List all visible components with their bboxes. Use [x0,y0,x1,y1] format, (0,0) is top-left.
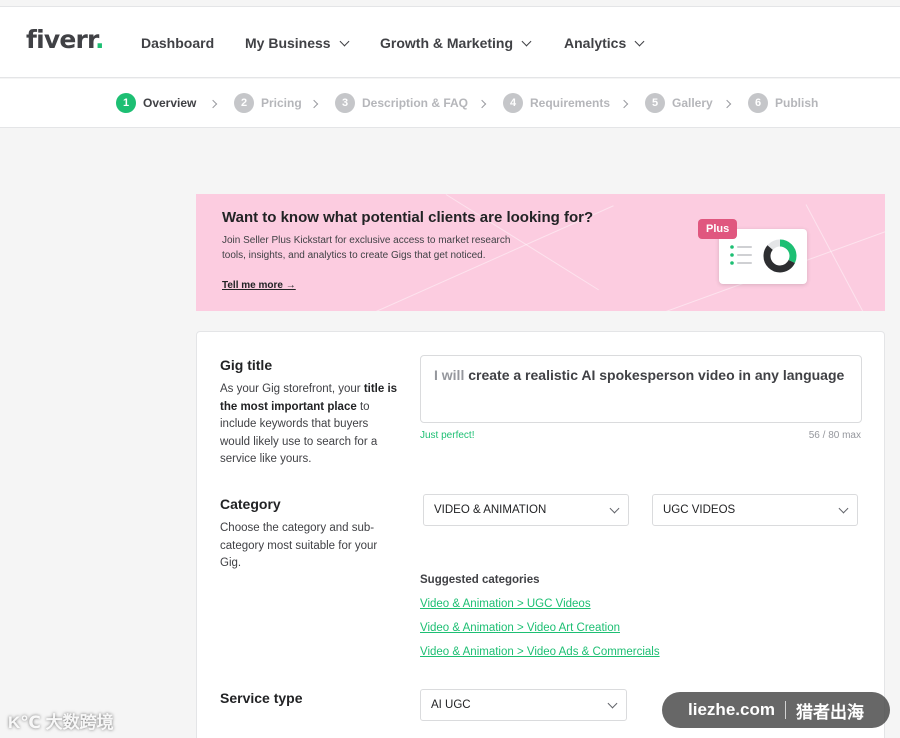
subcategory-select[interactable]: UGC VIDEOS [652,494,858,526]
nav-dashboard[interactable]: Dashboard [141,35,214,51]
step-requirements[interactable]: 4 Requirements [503,93,610,113]
chevron-down-icon [634,36,645,46]
chevron-right-icon [208,99,218,109]
category-hint: Choose the category and sub-category mos… [220,522,378,569]
step-publish[interactable]: 6 Publish [748,93,818,113]
gig-title-input[interactable]: I will create a realistic AI spokesperso… [420,355,862,423]
step-description-faq[interactable]: 3 Description & FAQ [335,93,468,113]
banner-decoration [805,204,873,311]
chevron-down-icon [607,698,618,708]
gig-overview-form: Gig title As your Gig storefront, your t… [196,331,885,738]
title-char-count: 56 / 80 max [808,430,861,441]
gig-stepper: 1 Overview 2 Pricing 3 Description & FAQ 4R… [0,79,900,128]
suggested-category-link[interactable]: Video & Animation > Video Art Creation [420,622,620,634]
chevron-right-icon [619,99,629,109]
gig-title-label: Gig title [220,357,273,373]
nav-growth-marketing[interactable]: Growth & Marketing [380,35,532,51]
chevron-right-icon [309,99,319,109]
step-gallery[interactable]: 5 Gallery [645,93,713,113]
chevron-down-icon [838,503,849,513]
banner-title: Want to know what potential clients are … [222,209,594,226]
suggested-category-link[interactable]: Video & Animation > Video Ads & Commerci… [420,646,660,658]
watermark-left: K℃ 大数跨境 [8,713,114,732]
gig-title-hint: As your Gig storefront, your title is th… [220,383,398,465]
chevron-down-icon [609,503,620,513]
step-pricing[interactable]: 2 Pricing [234,93,302,113]
nav-analytics[interactable]: Analytics [564,35,645,51]
divider [784,701,786,719]
banner-description: Join Seller Plus Kickstart for exclusive… [222,235,511,261]
tell-me-more-link[interactable]: Tell me more → [222,280,296,291]
title-status: Just perfect! [420,430,475,441]
category-select[interactable]: VIDEO & ANIMATION [423,494,629,526]
nav-my-business[interactable]: My Business [245,35,350,51]
chevron-down-icon [521,36,532,46]
category-label: Category [220,496,281,512]
top-nav: fiverr. Dashboard My Business Growth & M… [0,6,900,78]
chevron-down-icon [339,36,350,46]
plus-badge: Plus [698,219,738,239]
suggested-categories-title: Suggested categories [420,574,540,586]
suggested-category-link[interactable]: Video & Animation > UGC Videos [420,598,591,610]
service-type-label: Service type [220,690,303,706]
fiverr-logo[interactable]: fiverr. [26,25,104,54]
service-type-select[interactable]: AI UGC [420,689,627,721]
chevron-right-icon [722,99,732,109]
watermark-right: liezhe.com 猎者出海 [662,692,890,728]
chevron-right-icon [477,99,487,109]
step-overview[interactable]: 1 Overview [116,93,196,113]
seller-plus-banner: Want to know what potential clients are … [196,194,885,311]
